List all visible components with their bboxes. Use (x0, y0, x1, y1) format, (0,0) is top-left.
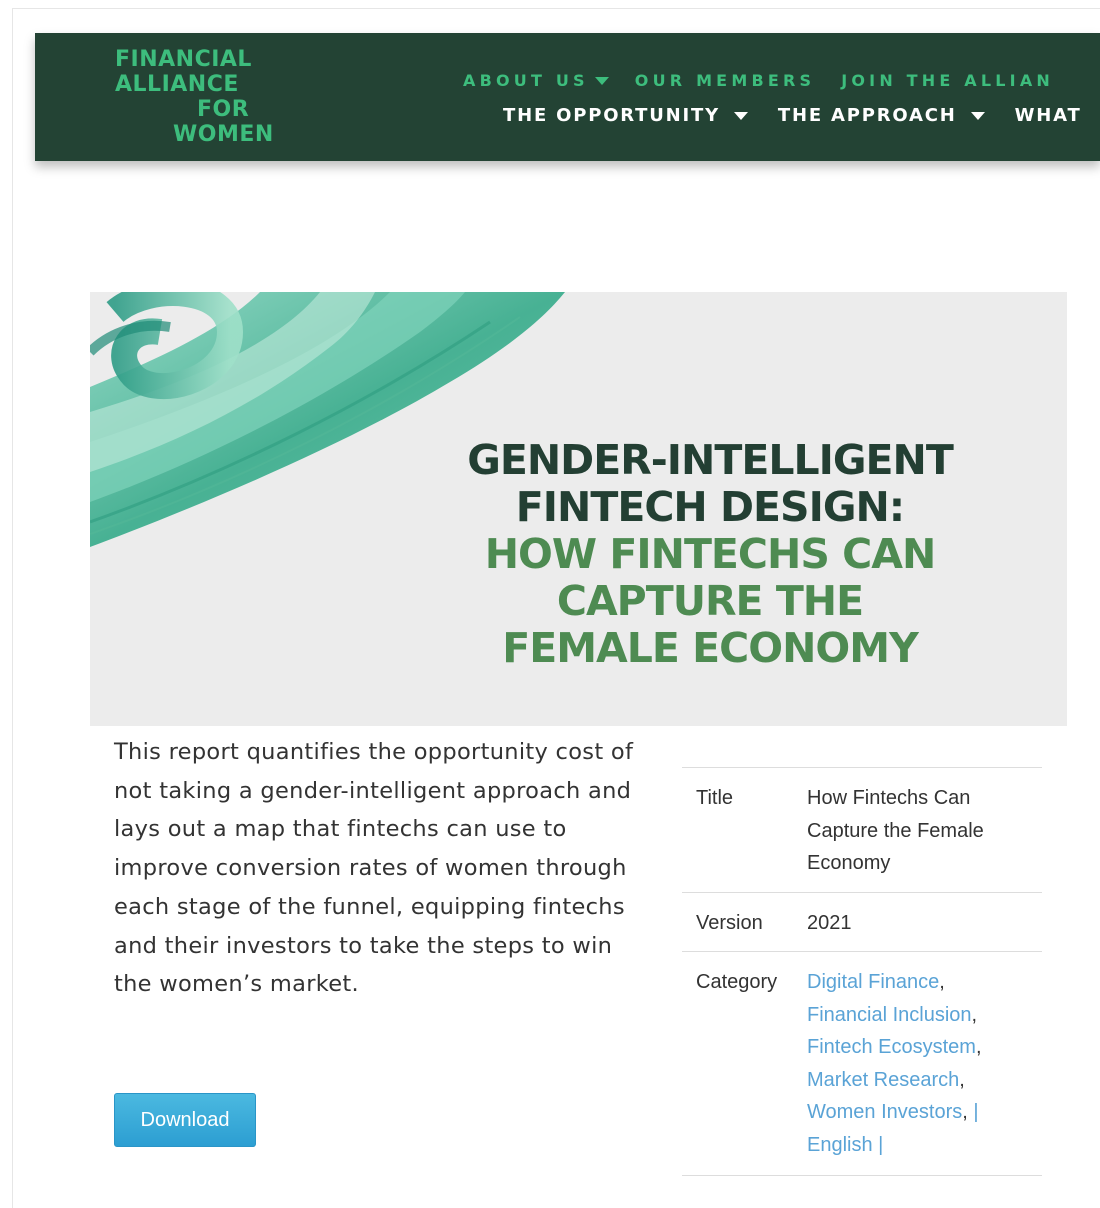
category-link-digital-finance[interactable]: Digital Finance (807, 971, 939, 993)
logo-line-women: WOMEN (173, 122, 274, 147)
comma-separator: , (939, 971, 945, 993)
meta-version-value: 2021 (807, 911, 852, 934)
chevron-down-icon (970, 111, 985, 120)
pipe-separator: | (973, 1101, 979, 1123)
meta-category-label: Category (696, 971, 778, 993)
pipe-separator: | (878, 1133, 884, 1156)
comma-separator: , (962, 1101, 968, 1123)
report-cover-title: GENDER-INTELLIGENT FINTECH DESIGN: HOW F… (390, 437, 1030, 672)
nav-our-members-label: OUR MEMBERS (634, 71, 816, 90)
cover-title-line-4: CAPTURE THE (556, 577, 864, 625)
download-button[interactable]: Download (114, 1093, 256, 1147)
report-description: This report quantifies the opportunity c… (114, 739, 634, 998)
report-cover-image: GENDER-INTELLIGENT FINTECH DESIGN: HOW F… (90, 292, 1067, 726)
comma-separator: , (959, 1068, 965, 1091)
nav-the-approach[interactable]: THE APPROACH (778, 105, 985, 126)
logo-line-financial: FINANCIAL (115, 47, 252, 72)
nav-the-approach-label: THE APPROACH (777, 105, 957, 126)
logo-line-for: FOR (197, 97, 250, 122)
category-link-financial-inclusion[interactable]: Financial Inclusion (807, 1004, 972, 1026)
nav-about-us[interactable]: ABOUT US (463, 71, 609, 90)
site-header: FINANCIAL ALLIANCE FOR WOMEN ABOUT US OU… (35, 33, 1100, 161)
logo-line-alliance: ALLIANCE (115, 72, 239, 97)
table-row: Version 2021 (682, 893, 1042, 952)
table-row: Category Digital Finance, Financial Incl… (682, 952, 1042, 1176)
nav-join-label: JOIN THE ALLIAN (841, 71, 1054, 90)
meta-title-value: How Fintechs Can Capture the Female Econ… (807, 787, 984, 874)
meta-category-value: Digital Finance, Financial Inclusion, Fi… (807, 966, 1042, 1161)
category-link-market-research[interactable]: Market Research (807, 1069, 959, 1091)
comma-separator: , (975, 1036, 982, 1058)
nav-join-the-alliance[interactable]: JOIN THE ALLIAN (841, 71, 1054, 90)
nav-the-opportunity-label: THE OPPORTUNITY (503, 105, 720, 126)
cover-title-line-2: FINTECH DESIGN: (515, 483, 905, 531)
chevron-down-icon (733, 111, 748, 120)
nav-our-members[interactable]: OUR MEMBERS (635, 71, 815, 90)
nav-the-opportunity[interactable]: THE OPPORTUNITY (503, 105, 748, 126)
nav-what[interactable]: WHAT (1015, 105, 1082, 126)
cover-title-line-3: HOW FINTECHS CAN (484, 530, 937, 578)
site-logo[interactable]: FINANCIAL ALLIANCE FOR WOMEN (115, 47, 275, 147)
category-link-fintech-ecosystem[interactable]: Fintech Ecosystem (807, 1036, 976, 1058)
cover-title-line-1: GENDER-INTELLIGENT (467, 436, 954, 484)
language-link-english[interactable]: English (807, 1134, 873, 1156)
meta-version-label: Version (696, 911, 763, 934)
nav-about-us-label: ABOUT US (463, 71, 589, 90)
table-row: Title How Fintechs Can Capture the Femal… (682, 768, 1042, 893)
chevron-down-icon (594, 76, 609, 85)
nav-what-label: WHAT (1014, 105, 1082, 126)
secondary-nav: ABOUT US OUR MEMBERS JOIN THE ALLIAN (463, 71, 1080, 90)
primary-nav: THE OPPORTUNITY THE APPROACH WHAT (503, 105, 1100, 126)
comma-separator: , (971, 1003, 978, 1026)
category-link-women-investors[interactable]: Women Investors (807, 1101, 962, 1123)
report-metadata-table: Title How Fintechs Can Capture the Femal… (682, 767, 1042, 1176)
cover-title-line-5: FEMALE ECONOMY (502, 624, 919, 672)
meta-title-label: Title (696, 787, 734, 809)
